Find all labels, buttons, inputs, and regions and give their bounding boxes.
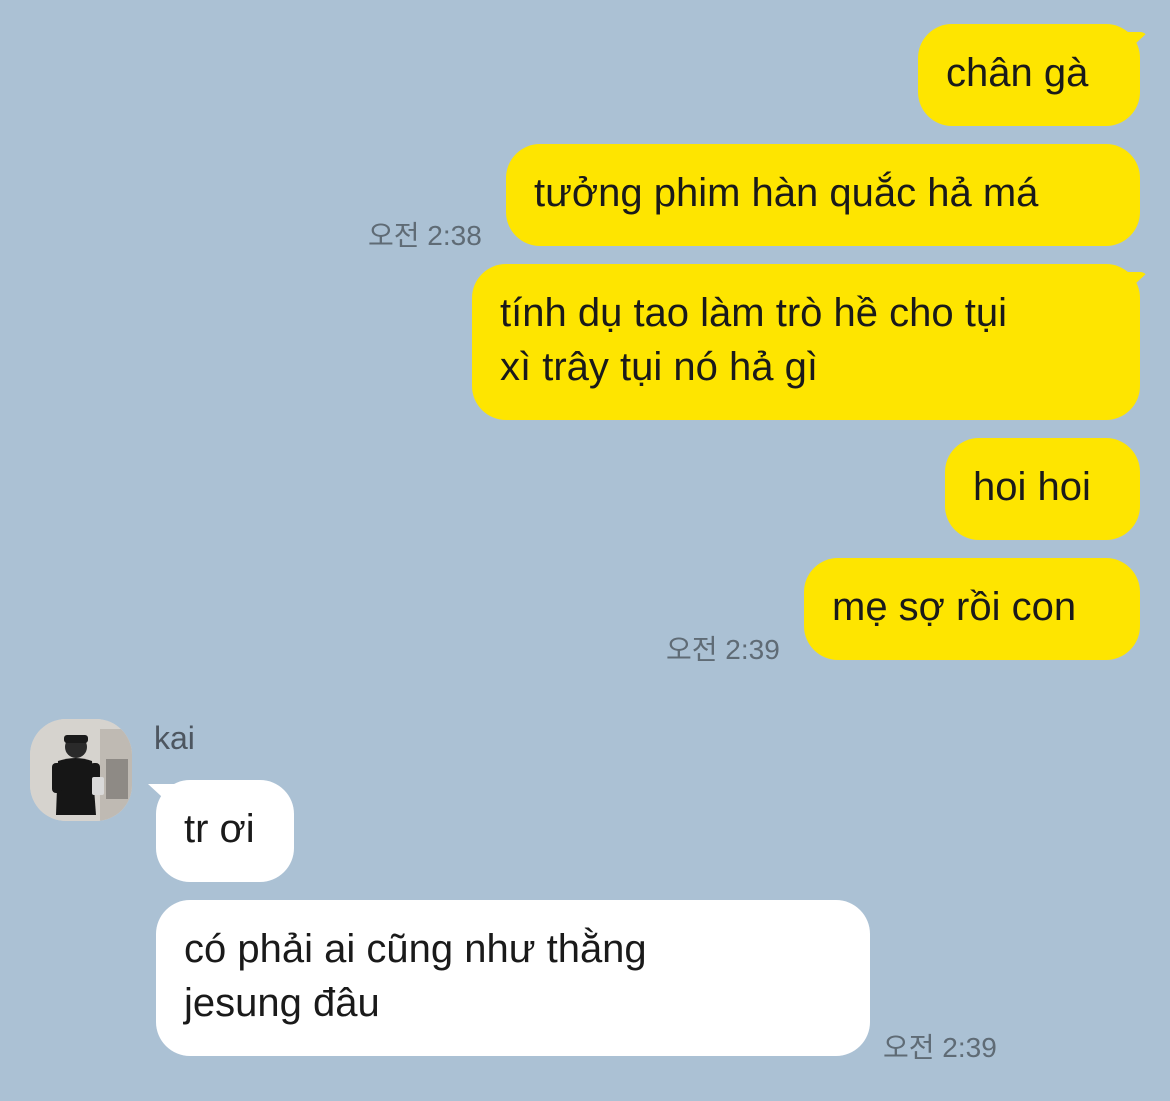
message-timestamp: 오전 2:39 [883,1032,997,1063]
sender-avatar[interactable] [30,719,132,821]
incoming-message[interactable]: tr ơi [156,780,294,882]
outgoing-message[interactable]: tính dụ tao làm trò hề cho tụi xì trây t… [472,264,1140,420]
outgoing-message[interactable]: chân gà [918,24,1140,126]
outgoing-message[interactable]: hoi hoi [945,438,1140,540]
message-timestamp: 오전 2:39 [666,634,780,665]
message-text: tr ơi [184,807,255,851]
message-text: mẹ sợ rồi con [832,585,1077,629]
message-text: chân gà [946,51,1089,95]
message-timestamp: 오전 2:38 [368,220,482,251]
message-text: hoi hoi [973,465,1091,509]
profile-photo-icon [30,719,132,821]
outgoing-message[interactable]: mẹ sợ rồi con [804,558,1140,660]
sender-name: kai [154,720,195,756]
chat-area[interactable]: chân gà tưởng phim hàn quắc hả má 오전 2:3… [0,0,1170,1101]
outgoing-message[interactable]: tưởng phim hàn quắc hả má [506,144,1140,246]
incoming-message[interactable]: có phải ai cũng như thằng jesung đâu [156,900,870,1056]
message-text-line: jesung đâu [184,981,380,1025]
message-text-line: có phải ai cũng như thằng [184,927,647,971]
message-text-line: tính dụ tao làm trò hề cho tụi [500,291,1007,335]
message-text-line: xì trây tụi nó hả gì [500,345,818,389]
message-text: tưởng phim hàn quắc hả má [534,171,1039,215]
